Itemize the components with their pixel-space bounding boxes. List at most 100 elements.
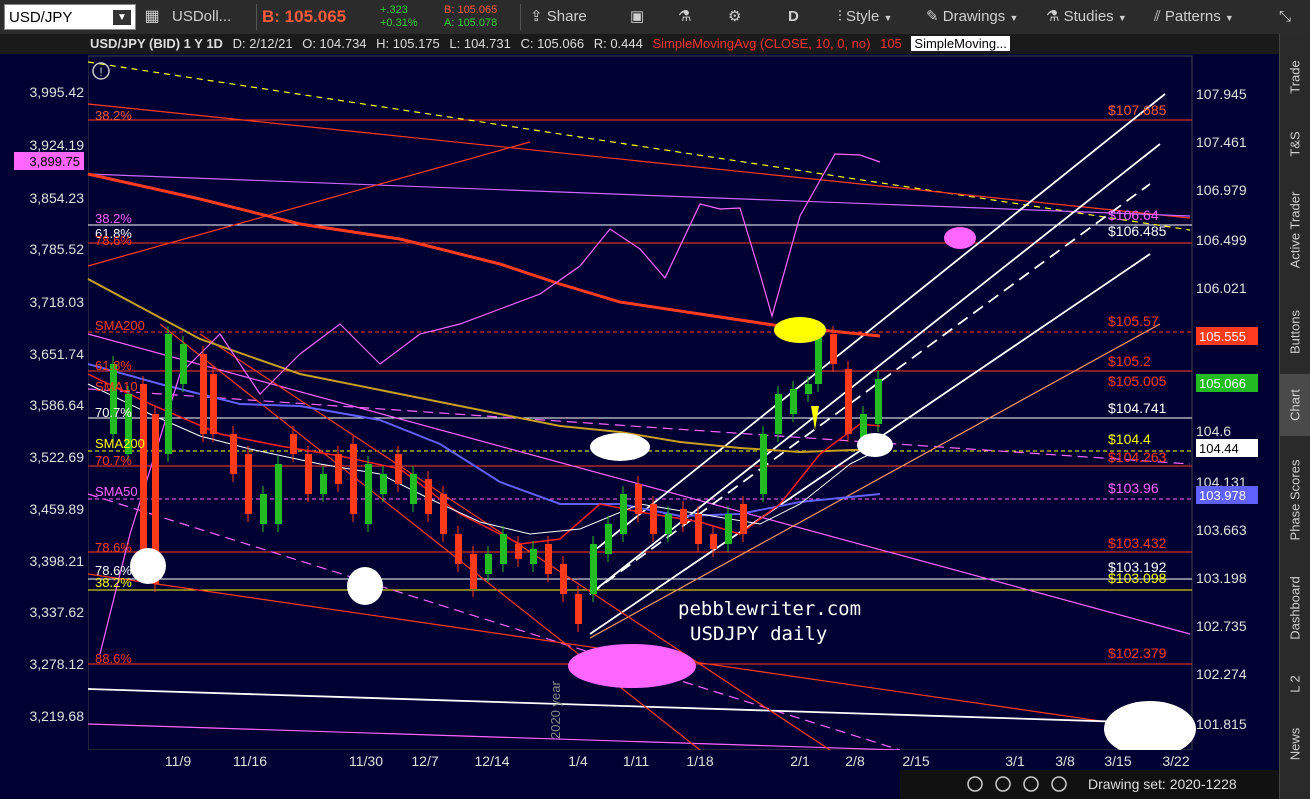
main-toolbar: USD/JPY ▼ ▦ USDoll... B: 105.065 +.323 +… (0, 0, 1310, 35)
chevron-down-icon: ▼ (883, 13, 893, 23)
tab-chart[interactable]: Chart (1280, 374, 1310, 436)
annotation-ellipse (590, 433, 650, 461)
style-button[interactable]: ⫶ Style ▼ (838, 4, 918, 30)
trend-line (87, 688, 1191, 725)
candle-body (775, 394, 782, 434)
share-label: Share (546, 8, 587, 25)
right-axis-tick: 106.021 (1196, 280, 1247, 296)
right-axis-tick: 107.461 (1196, 134, 1247, 150)
symbol-selector[interactable]: USD/JPY ▼ (4, 4, 136, 30)
candle-body (545, 544, 552, 574)
tag-last: 105.066 (1199, 376, 1246, 391)
candle-body (110, 364, 117, 434)
drawing-pen-icon: ✎ (926, 8, 939, 25)
right-axis-tick: 102.274 (1196, 666, 1247, 682)
alert-icon-glyph: ! (99, 65, 102, 79)
drawings-button[interactable]: ✎ Drawings ▼ (926, 4, 1036, 30)
sma200-line (87, 172, 881, 338)
bid-small: B: 105.065 (444, 4, 498, 16)
tab-active-trader[interactable]: Active Trader (1280, 176, 1310, 284)
trend-line (589, 93, 1166, 555)
left-axis-tick: 3,459.89 (30, 501, 85, 517)
candle-body (680, 509, 687, 524)
fib-right-label: $103.96 (1108, 480, 1159, 496)
fib-right-label: $103.432 (1108, 535, 1167, 551)
x-axis-tick: 12/14 (474, 753, 509, 769)
drawings-label: Drawings (942, 8, 1006, 25)
fib-left-label: 38.2% (95, 211, 132, 226)
chart-area[interactable]: USD/JPY (BID) 1 Y 1D D: 2/12/21 O: 104.7… (0, 34, 1280, 799)
candle-body (815, 334, 822, 384)
collapse-icon[interactable]: ⤡ (1270, 4, 1300, 30)
fib-left-label: 70.7% (95, 453, 132, 468)
tab-trade[interactable]: Trade (1280, 42, 1310, 112)
tab-phase-scores[interactable]: Phase Scores (1280, 444, 1310, 556)
candle-body (590, 544, 597, 594)
fib-left-label: SMA200 (95, 436, 145, 451)
left-axis-tick: 3,995.42 (30, 84, 85, 100)
year-label: 2020 year (548, 681, 563, 739)
annotation-circle (347, 567, 383, 605)
tab-time-and-sales[interactable]: T&S (1280, 116, 1310, 172)
left-axis-tick: 3,854.23 (30, 190, 85, 206)
candle-body (140, 384, 147, 574)
tab-dashboard[interactable]: Dashboard (1280, 562, 1310, 654)
candle-body (290, 434, 297, 454)
x-axis-tick: 3/22 (1162, 753, 1189, 769)
studies-button[interactable]: ⚗ Studies ▼ (1046, 4, 1146, 30)
right-axis-tick: 106.979 (1196, 182, 1247, 198)
candle-body (350, 444, 357, 514)
side-tabs: Trade T&S Active Trader Buttons Chart Ph… (1279, 34, 1310, 799)
candle-body (455, 534, 462, 564)
flask-icon[interactable]: ⚗ (678, 4, 698, 30)
right-axis-tick: 102.735 (1196, 618, 1247, 634)
candle-body (245, 454, 252, 514)
fib-right-label: $104.741 (1108, 400, 1167, 416)
patterns-icon: ⫽ (1154, 8, 1161, 25)
fib-left-label: SMA10 (95, 379, 138, 394)
candle-body (805, 384, 812, 394)
x-axis-tick: 11/16 (233, 753, 267, 769)
calendar-icon[interactable]: ▣ (630, 4, 650, 30)
compare-symbol[interactable]: USDoll... (172, 4, 252, 30)
share-button[interactable]: ⇪ Share (530, 4, 610, 30)
x-axis-tick: 3/15 (1104, 753, 1131, 769)
tab-buttons[interactable]: Buttons (1280, 290, 1310, 374)
fib-right-label: $106.64 (1108, 207, 1159, 223)
x-axis-tick: 2/15 (902, 753, 929, 769)
fib-left-label: 88.6% (95, 651, 132, 666)
tab-news[interactable]: News (1280, 714, 1310, 774)
candle-body (530, 549, 537, 564)
studies-flask-icon: ⚗ (1046, 8, 1060, 25)
chevron-down-icon: ▼ (1224, 13, 1234, 23)
fib-right-label: $102.379 (1108, 645, 1167, 661)
candle-body (725, 514, 732, 544)
candle-body (410, 474, 417, 504)
chevron-down-icon[interactable]: ▼ (113, 10, 131, 25)
candle-body (210, 374, 217, 434)
patterns-label: Patterns (1164, 8, 1221, 25)
candle-body (335, 454, 342, 484)
separator (520, 4, 521, 30)
candle-body (760, 434, 767, 494)
candle-body (200, 354, 207, 434)
chevron-down-icon: ▼ (1117, 13, 1127, 23)
grid-icon[interactable]: ▦ (142, 4, 162, 30)
patterns-button[interactable]: ⫽ Patterns ▼ (1154, 4, 1260, 30)
gear-icon[interactable]: ⚙ (728, 4, 748, 30)
left-axis-marker: 3,899.75 (29, 154, 80, 169)
x-axis-tick: 1/4 (568, 753, 588, 769)
price-chart[interactable]: 3,995.42 3,924.19 3,854.23 3,785.52 3,718.03… (0, 34, 1280, 799)
trend-line (87, 61, 1191, 231)
tab-level2[interactable]: L 2 (1280, 664, 1310, 704)
left-axis-tick: 3,718.03 (30, 294, 85, 310)
annotation-ellipse-magenta (944, 227, 976, 249)
trend-line (589, 183, 1151, 595)
aggregation-select[interactable]: D (788, 4, 808, 30)
candle-body (790, 389, 797, 414)
share-icon: ⇪ (530, 8, 543, 25)
candle-body (485, 554, 492, 574)
candle-body (275, 464, 282, 524)
candle-body (365, 464, 372, 524)
candle-body (395, 454, 402, 484)
